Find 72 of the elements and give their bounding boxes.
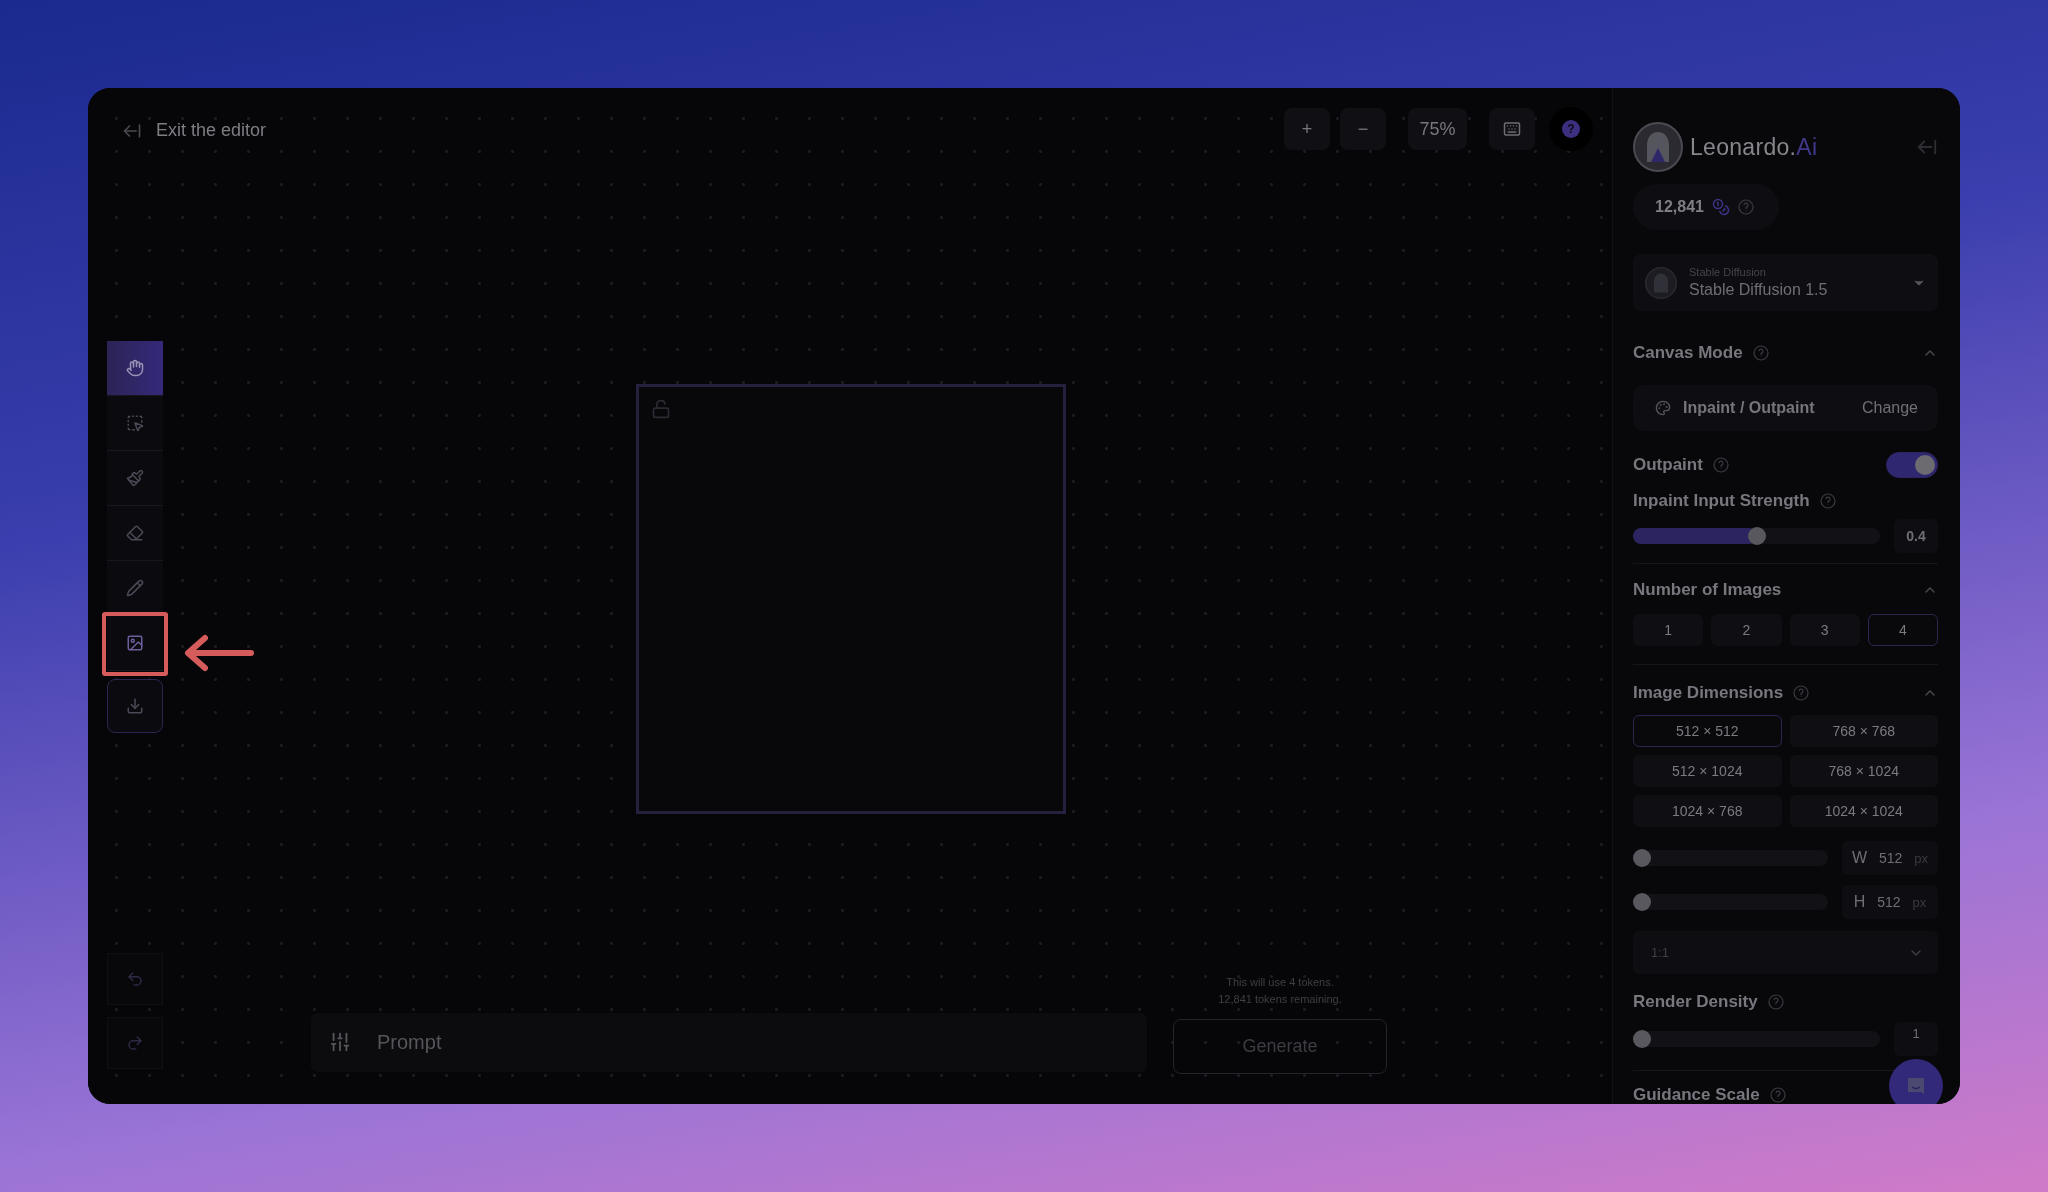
axis-label: W (1851, 849, 1867, 867)
brand-name: Leonardo.Ai (1690, 133, 1819, 161)
dimension-option[interactable]: 768 × 768 (1789, 715, 1938, 747)
prompt-field[interactable]: Prompt (311, 1013, 1147, 1072)
eraser-icon (126, 524, 144, 542)
logo-icon (1633, 122, 1683, 172)
chat-icon (1905, 1075, 1927, 1097)
help-icon[interactable] (1712, 457, 1729, 473)
canvas-frame[interactable] (636, 384, 1066, 814)
slider-track[interactable] (1633, 850, 1828, 866)
help-text: ? (1562, 120, 1580, 138)
help-icon[interactable] (1793, 685, 1810, 701)
density-reading: 1 (1894, 1022, 1938, 1056)
undo-icon (126, 970, 144, 988)
exit-editor-link[interactable]: Exit the editor (122, 120, 267, 141)
change-button[interactable]: Change (1861, 399, 1918, 417)
image-count-option[interactable]: 4 (1867, 614, 1938, 646)
chat-button[interactable] (1889, 1059, 1943, 1104)
pencil-icon (126, 579, 144, 597)
image-count-option[interactable]: 3 (1789, 614, 1860, 646)
token-note: 12,841 tokens remaining. (1218, 992, 1342, 1007)
keyboard-button[interactable] (1489, 108, 1535, 150)
selection-icon (126, 414, 144, 432)
exit-editor-text[interactable]: Exit the editor (156, 120, 267, 141)
help-icon[interactable] (1767, 994, 1784, 1010)
model-avatar-icon (1645, 266, 1677, 299)
section-title: Canvas Mode (1633, 343, 1743, 363)
help-icon[interactable] (1819, 493, 1836, 509)
section-title: Image Dimensions (1633, 683, 1784, 703)
tool-button[interactable] (107, 341, 163, 396)
help-icon[interactable] (1737, 199, 1754, 215)
dimension-option[interactable]: 512 × 1024 (1633, 755, 1782, 787)
coins-icon (1711, 198, 1730, 216)
zoom-level-button[interactable]: 75% (1408, 108, 1467, 150)
slider-track[interactable] (1633, 528, 1880, 544)
dimension-option[interactable]: 1024 × 768 (1633, 795, 1782, 827)
palette-icon (1655, 400, 1671, 416)
help-icon[interactable] (1752, 345, 1769, 361)
dimension-option[interactable]: 768 × 1024 (1789, 755, 1938, 787)
dimension-option[interactable]: 512 × 512 (1633, 715, 1782, 747)
unlock-icon[interactable] (651, 399, 671, 419)
section-title: Number of Images (1633, 580, 1782, 600)
size-value: 512 (1877, 894, 1901, 910)
outpaint-label: Outpaint (1633, 455, 1703, 475)
section-title: Guidance Scale (1633, 1085, 1760, 1104)
slider-thumb[interactable] (1633, 1030, 1651, 1048)
outpaint-toggle[interactable] (1886, 452, 1938, 478)
slider-thumb[interactable] (1633, 849, 1651, 867)
image-count-option[interactable]: 2 (1711, 614, 1782, 646)
redo-icon (126, 1034, 144, 1052)
download-icon (126, 697, 144, 715)
hand-icon (126, 359, 144, 377)
sliders-icon[interactable] (329, 1031, 351, 1053)
help-icon[interactable] (1769, 1087, 1786, 1103)
size-value: 512 (1879, 850, 1903, 866)
slider-track[interactable] (1633, 894, 1828, 910)
zoom-out-button[interactable]: − (1340, 108, 1386, 150)
strength-label: Inpaint Input Strength (1633, 491, 1810, 511)
axis-label: H (1853, 893, 1866, 911)
strength-reading: 0.4 (1894, 519, 1938, 553)
brush-icon (126, 469, 144, 487)
image-icon (126, 634, 144, 652)
slider-thumb[interactable] (1633, 893, 1651, 911)
zoom-in-button[interactable]: + (1284, 108, 1330, 150)
canvas-mode-name: Inpaint / Outpaint (1683, 399, 1815, 417)
model-name: Stable Diffusion 1.5 (1689, 281, 1829, 299)
image-count-option[interactable]: 1 (1633, 614, 1704, 646)
keyboard-icon (1503, 120, 1521, 138)
slider-track[interactable] (1633, 1031, 1880, 1047)
credits-count: 12,841 (1655, 198, 1704, 216)
section-title: Render Density (1633, 992, 1758, 1012)
dimension-option[interactable]: 1024 × 1024 (1789, 795, 1938, 827)
